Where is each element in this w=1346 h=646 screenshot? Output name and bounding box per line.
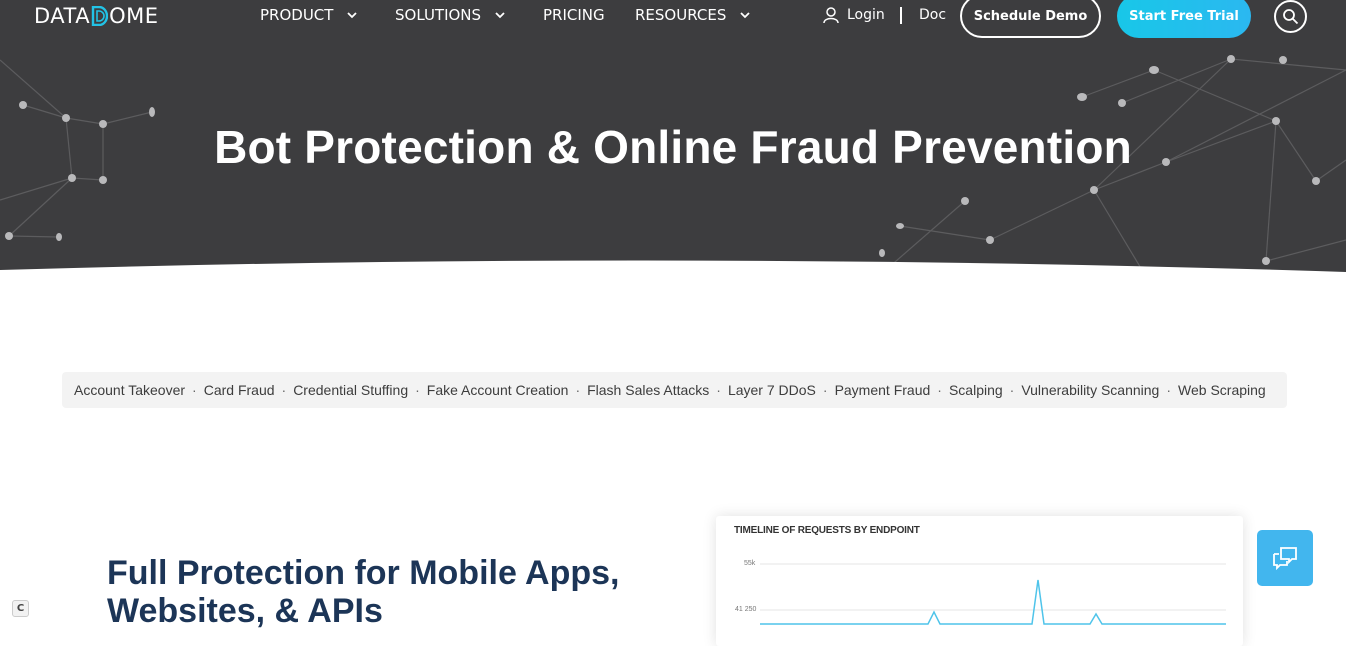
login-link[interactable]: Login [822, 6, 885, 24]
search-icon [1283, 9, 1299, 25]
start-free-trial-button[interactable]: Start Free Trial [1117, 0, 1251, 38]
nav-product[interactable]: PRODUCT [260, 6, 358, 24]
datadome-logo[interactable]: DATA OME [34, 2, 159, 30]
nav-product-label: PRODUCT [260, 6, 334, 24]
tag-payment-fraud[interactable]: Payment Fraud [835, 382, 931, 398]
user-icon [823, 7, 839, 24]
chevron-down-icon [495, 12, 505, 19]
nav-pricing-label: PRICING [543, 6, 605, 24]
tag-account-takeover[interactable]: Account Takeover [74, 382, 185, 398]
requests-timeline-card: TIMELINE OF REQUESTS BY ENDPOINT 55k 41 … [716, 516, 1243, 646]
nav-pricing[interactable]: PRICING [543, 6, 605, 24]
use-case-tags: Account Takeover · Card Fraud · Credential… [62, 372, 1287, 408]
login-label: Login [847, 7, 885, 23]
nav-resources[interactable]: RESOURCES [635, 6, 750, 24]
tag-flash-sales-attacks[interactable]: Flash Sales Attacks [587, 382, 709, 398]
logo-text-left: DATA [34, 4, 91, 28]
cookie-badge-icon[interactable]: C [12, 600, 29, 617]
hero-title: Bot Protection & Online Fraud Prevention [214, 121, 1132, 173]
tag-card-fraud[interactable]: Card Fraud [204, 382, 275, 398]
top-navigation: DATA OME PRODUCT SOLUTIONS PRICING RESOU… [0, 0, 1346, 38]
tag-web-scraping[interactable]: Web Scraping [1178, 382, 1266, 398]
tag-layer7-ddos[interactable]: Layer 7 DDoS [728, 382, 816, 398]
nav-resources-label: RESOURCES [635, 6, 727, 24]
chat-button[interactable] [1257, 530, 1313, 586]
feature-headline: Full Protection for Mobile Apps, Website… [107, 554, 620, 630]
chart-lines [760, 563, 1226, 625]
chevron-down-icon [740, 12, 750, 19]
nav-solutions[interactable]: SOLUTIONS [395, 6, 505, 24]
schedule-demo-button[interactable]: Schedule Demo [960, 0, 1101, 38]
hero-banner: DATA OME PRODUCT SOLUTIONS PRICING RESOU… [0, 0, 1346, 300]
logo-text-right: OME [109, 4, 159, 28]
search-button[interactable] [1274, 0, 1307, 33]
doc-link[interactable]: Doc [919, 7, 946, 23]
tag-fake-account-creation[interactable]: Fake Account Creation [427, 382, 569, 398]
logo-d-mark [91, 5, 109, 27]
chevron-down-icon [347, 12, 358, 19]
tag-vulnerability-scanning[interactable]: Vulnerability Scanning [1021, 382, 1159, 398]
tag-credential-stuffing[interactable]: Credential Stuffing [293, 382, 408, 398]
chat-icon [1273, 547, 1297, 570]
tag-scalping[interactable]: Scalping [949, 382, 1003, 398]
nav-solutions-label: SOLUTIONS [395, 6, 482, 24]
nav-divider [900, 7, 902, 24]
